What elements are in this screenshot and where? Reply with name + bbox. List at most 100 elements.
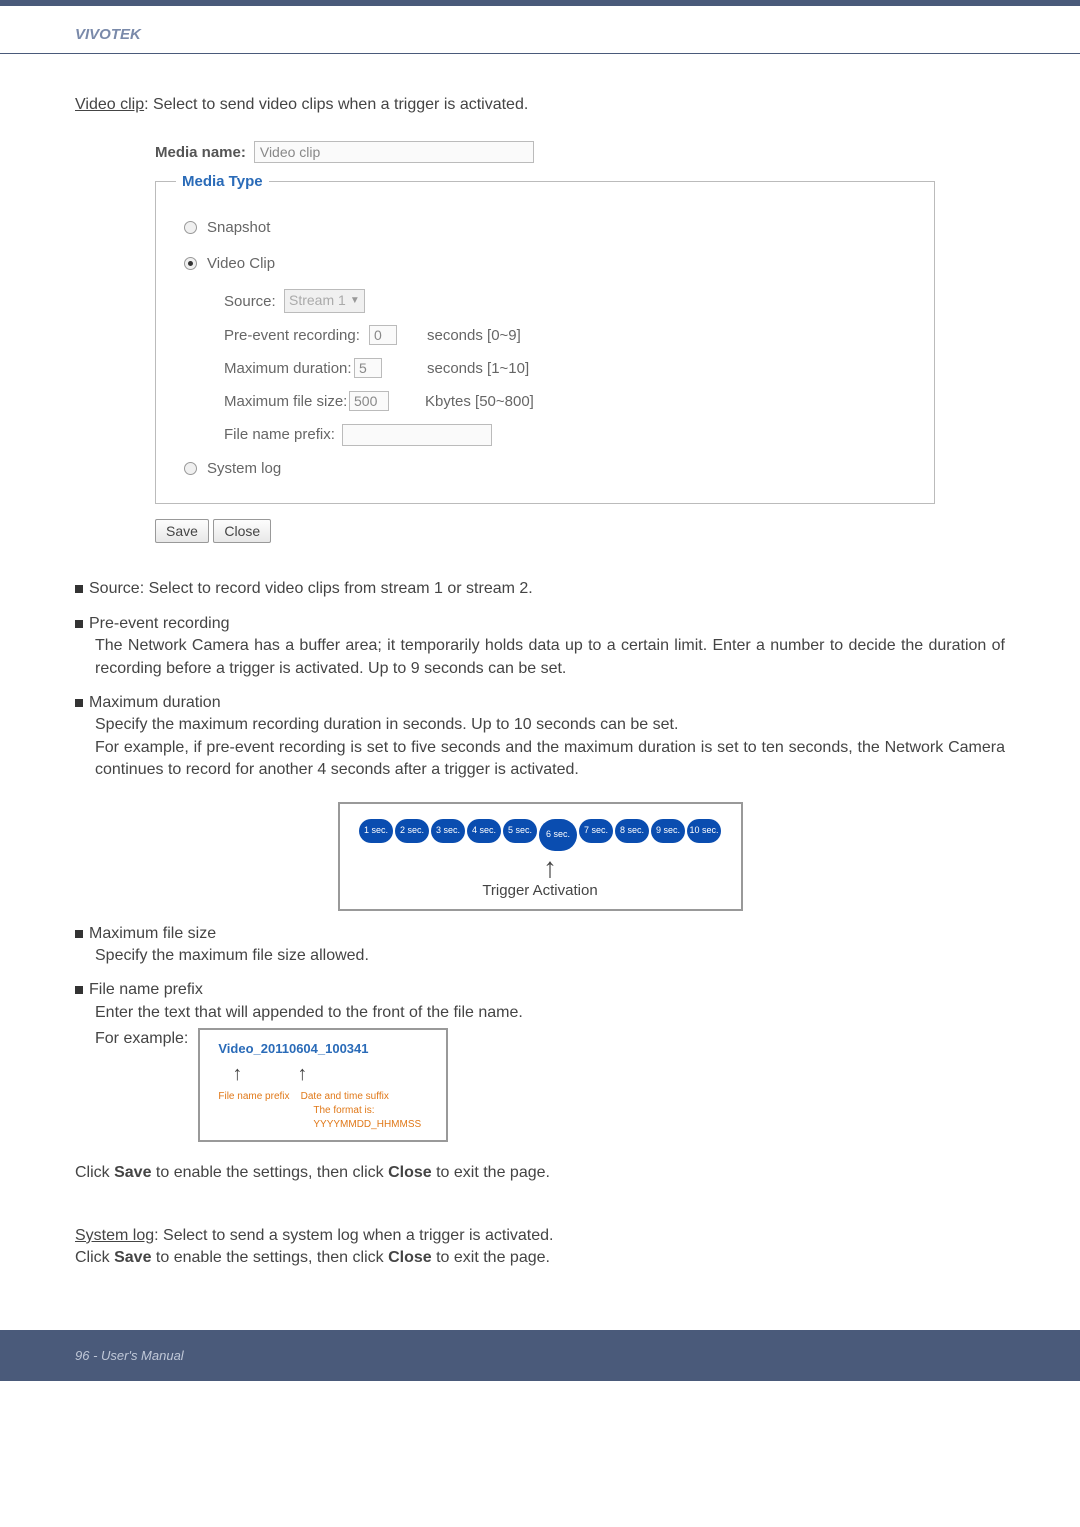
preevent-hint: seconds [0~9] [427,325,521,346]
sc-save: Save [114,1164,151,1181]
bullet-fileprefix-body: Enter the text that will appended to the… [95,1002,1005,1024]
arrow-up-icon: ↑ [370,855,731,880]
media-type-fieldset: Media Type Snapshot Video Clip Source: S… [155,171,935,504]
sc-text2: to enable the settings, then click [151,1164,388,1181]
media-name-row: Media name: [155,141,1005,163]
maxduration-row: Maximum duration: seconds [1~10] [224,358,914,379]
bullet-marker-icon [75,986,83,994]
maxduration-label: Maximum duration: [224,358,354,379]
close-button[interactable]: Close [213,519,271,543]
source-row: Source: Stream 1 ▼ [224,289,914,313]
media-type-legend: Media Type [176,171,269,192]
sec-bubble: 4 sec. [467,819,501,843]
prefix-fileprefix-label: File name prefix [218,1091,289,1102]
prefix-example-box: Video_20110604_100341 ↑↑ File name prefi… [198,1028,448,1142]
sec-bubble: 2 sec. [395,819,429,843]
sc2-text3: to exit the page. [432,1249,550,1266]
bullet-fileprefix-title: File name prefix [89,981,203,998]
maxfilesize-input[interactable] [349,391,389,411]
bullet-maxduration-body1: Specify the maximum recording duration i… [95,714,1005,736]
bullet-maxfilesize: Maximum file size Specify the maximum fi… [75,923,1005,968]
form-panel: Media name: Media Type Snapshot Video Cl… [155,141,1005,543]
timeline-diagram: 1 sec. 2 sec. 3 sec. 4 sec. 5 sec. 6 sec… [338,802,743,911]
footer-bar: 96 - User's Manual [0,1330,1080,1381]
media-name-label: Media name: [155,142,246,163]
radio-videoclip[interactable]: Video Clip [184,253,914,274]
sec-bubble: 5 sec. [503,819,537,843]
sec-bubble: 10 sec. [687,819,721,843]
media-name-input[interactable] [254,141,534,163]
save-button[interactable]: Save [155,519,209,543]
sec-bubble: 9 sec. [651,819,685,843]
filenameprefix-label: File name prefix: [224,424,342,445]
systemlog-heading: System log [75,1227,154,1244]
sec-bubble: 3 sec. [431,819,465,843]
radio-icon-checked [184,257,197,270]
brand-label: VIVOTEK [0,6,1080,53]
source-select[interactable]: Stream 1 ▼ [284,289,365,313]
bullet-maxduration: Maximum duration Specify the maximum rec… [75,692,1005,782]
maxfilesize-label: Maximum file size: [224,391,349,412]
preevent-label: Pre-event recording: [224,325,369,346]
bullet-preevent: Pre-event recording The Network Camera h… [75,613,1005,680]
videoclip-subfields: Source: Stream 1 ▼ Pre-event recording: … [224,289,914,446]
maxfilesize-row: Maximum file size: Kbytes [50~800] [224,391,914,412]
radio-systemlog[interactable]: System log [184,458,914,479]
bullet-fileprefix: File name prefix Enter the text that wil… [75,979,1005,1142]
systemlog-text: : Select to send a system log when a tri… [154,1227,553,1244]
filenameprefix-input[interactable] [342,424,492,446]
bullet-source: Source: Select to record video clips fro… [75,578,1005,600]
radio-snapshot[interactable]: Snapshot [184,217,914,238]
filenameprefix-row: File name prefix: [224,424,914,446]
sec-bubble: 1 sec. [359,819,393,843]
prefix-filename: Video_20110604_100341 [218,1040,428,1058]
preevent-row: Pre-event recording: seconds [0~9] [224,325,914,346]
bullet-maxduration-title: Maximum duration [89,694,221,711]
radio-icon [184,462,197,475]
sc-text1: Click [75,1164,114,1181]
source-label: Source: [224,291,284,312]
bullet-marker-icon [75,699,83,707]
prefix-format-label: The format is: YYYYMMDD_HHMMSS [313,1104,428,1132]
sec-bubble: 7 sec. [579,819,613,843]
save-close-paragraph-2: Click Save to enable the settings, then … [75,1247,1005,1269]
bullet-marker-icon [75,930,83,938]
divider [0,53,1080,54]
prefix-labels: File name prefix Date and time suffix [218,1090,428,1104]
intro-text: : Select to send video clips when a trig… [144,96,528,113]
prefix-suffix-label: Date and time suffix [301,1091,389,1102]
bullet-maxduration-body2: For example, if pre-event recording is s… [95,737,1005,782]
sc2-text2: to enable the settings, then click [151,1249,388,1266]
sc-close: Close [388,1164,432,1181]
bullets: Source: Select to record video clips fro… [75,578,1005,1142]
trigger-caption: Trigger Activation [350,880,731,901]
intro-heading: Video clip [75,96,144,113]
radio-icon [184,221,197,234]
system-log-section: System log: Select to send a system log … [75,1225,1005,1270]
radio-systemlog-label: System log [207,458,281,479]
bullet-source-title: Source: [89,580,144,597]
radio-videoclip-label: Video Clip [207,253,275,274]
bullet-preevent-body: The Network Camera has a buffer area; it… [95,635,1005,680]
bullet-marker-icon [75,585,83,593]
bullet-maxfilesize-title: Maximum file size [89,925,216,942]
sc2-save: Save [114,1249,151,1266]
sec-bubble: 8 sec. [615,819,649,843]
button-row: Save Close [155,519,1005,543]
page-content: Video clip: Select to send video clips w… [0,94,1080,1330]
maxduration-input[interactable] [354,358,382,378]
preevent-input[interactable] [369,325,397,345]
seconds-row: 1 sec. 2 sec. 3 sec. 4 sec. 5 sec. 6 sec… [350,819,731,851]
intro-paragraph: Video clip: Select to send video clips w… [75,94,1005,116]
source-value: Stream 1 [289,291,346,311]
maxfilesize-hint: Kbytes [50~800] [425,391,534,412]
sc2-text1: Click [75,1249,114,1266]
example-label: For example: [95,1028,188,1050]
sc-text3: to exit the page. [432,1164,550,1181]
maxduration-hint: seconds [1~10] [427,358,529,379]
bullet-source-body: Select to record video clips from stream… [144,580,533,597]
footer-page: 96 - User's Manual [75,1348,184,1363]
radio-snapshot-label: Snapshot [207,217,270,238]
bullet-marker-icon [75,620,83,628]
save-close-paragraph: Click Save to enable the settings, then … [75,1162,1005,1184]
